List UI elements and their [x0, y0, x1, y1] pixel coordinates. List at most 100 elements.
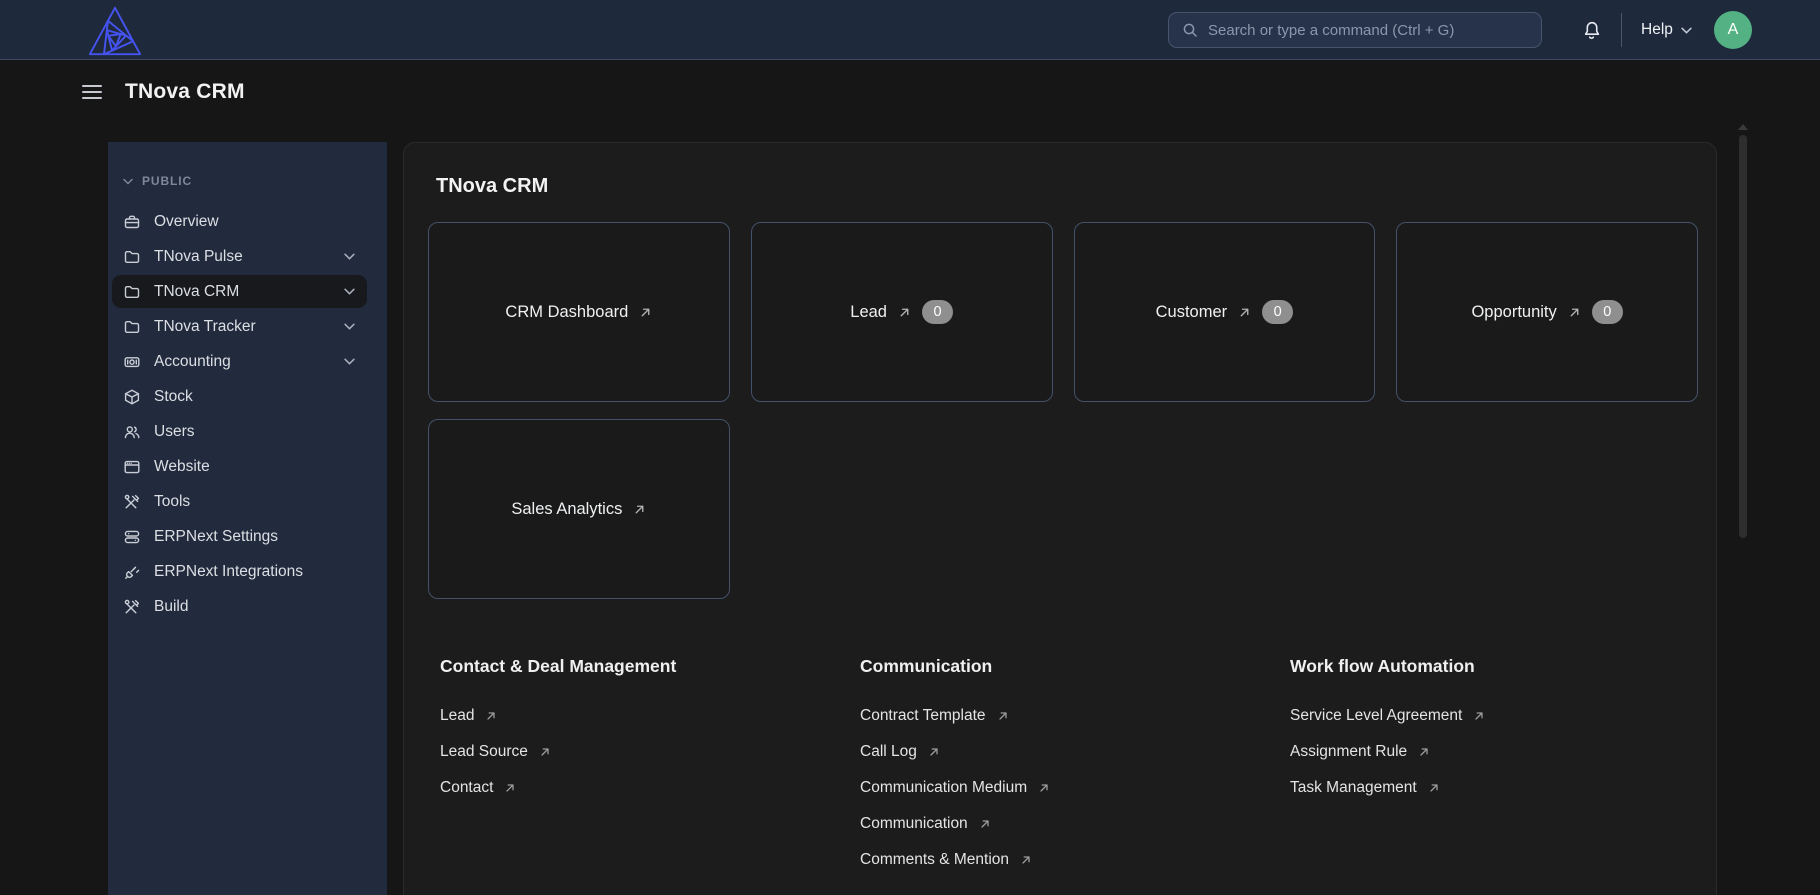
sidebar-item-erpnext-integrations[interactable]: ERPNext Integrations [112, 555, 367, 588]
sidebar: PUBLIC Overview TNova Pulse TNova CRM TN… [108, 142, 387, 895]
sidebar-item-label: Stock [154, 387, 193, 405]
server-icon [123, 528, 141, 546]
section-heading: Communication [860, 656, 993, 676]
external-link-arrow-icon [1020, 854, 1032, 866]
card-label: Customer [1155, 302, 1228, 321]
link-label: Assignment Rule [1290, 743, 1408, 760]
external-link-arrow-icon [485, 710, 497, 722]
folder-icon [123, 248, 141, 266]
sidebar-item-label: Accounting [154, 352, 231, 370]
link-label: Communication Medium [860, 779, 1028, 796]
link-lead[interactable]: Lead [440, 698, 860, 734]
external-link-arrow-icon [1418, 746, 1430, 758]
notifications-button[interactable] [1580, 18, 1603, 41]
page-title: TNova CRM [125, 80, 245, 103]
card-label: Lead [850, 302, 887, 321]
card-label: CRM Dashboard [505, 302, 629, 321]
folder-icon [123, 283, 141, 301]
sidebar-item-build[interactable]: Build [112, 590, 367, 623]
sidebar-item-users[interactable]: Users [112, 415, 367, 448]
sidebar-item-tnova-crm[interactable]: TNova CRM [112, 275, 367, 308]
tools-icon [123, 598, 141, 616]
triangle-logo-icon [88, 6, 142, 56]
cards-grid: CRM Dashboard Lead 0 Customer 0 Opportun… [428, 222, 1698, 599]
sidebar-item-website[interactable]: Website [112, 450, 367, 483]
card-customer[interactable]: Customer 0 [1073, 222, 1376, 402]
count-badge: 0 [1591, 300, 1623, 324]
link-task-management[interactable]: Task Management [1290, 770, 1698, 806]
link-contact[interactable]: Contact [440, 770, 860, 806]
section-communication: Communication Contract Template Call Log… [860, 656, 1290, 878]
external-link-arrow-icon [1428, 782, 1440, 794]
help-label: Help [1641, 21, 1673, 38]
link-contract-template[interactable]: Contract Template [860, 698, 1290, 734]
workspace-title: TNova CRM [436, 175, 549, 197]
global-search[interactable] [1168, 12, 1542, 48]
help-menu[interactable]: Help [1641, 0, 1692, 60]
external-link-arrow-icon [539, 746, 551, 758]
sidebar-item-label: ERPNext Settings [154, 527, 279, 545]
link-label: Call Log [860, 743, 917, 760]
sidebar-item-accounting[interactable]: Accounting [112, 345, 367, 378]
link-label: Service Level Agreement [1290, 707, 1463, 724]
top-navbar: Help A [0, 0, 1820, 60]
page-header: TNova CRM [82, 72, 245, 112]
sidebar-section-label: PUBLIC [142, 174, 193, 188]
chevron-down-icon[interactable] [344, 253, 355, 260]
chevron-down-icon [123, 178, 133, 185]
card-crm-dashboard[interactable]: CRM Dashboard [428, 222, 730, 402]
section-heading: Work flow Automation [1290, 656, 1475, 676]
folder-icon [123, 318, 141, 336]
external-link-arrow-icon [928, 746, 940, 758]
link-lead-source[interactable]: Lead Source [440, 734, 860, 770]
tools-icon [123, 493, 141, 511]
sidebar-toggle-button[interactable] [82, 85, 102, 99]
sidebar-item-label: Build [154, 597, 189, 615]
avatar-initial: A [1727, 21, 1739, 38]
card-lead[interactable]: Lead 0 [750, 222, 1053, 402]
link-call-log[interactable]: Call Log [860, 734, 1290, 770]
sidebar-item-label: Overview [154, 212, 219, 230]
link-label: Contract Template [860, 707, 986, 724]
browser-icon [123, 458, 141, 476]
sidebar-item-label: Users [154, 422, 195, 440]
app-logo[interactable] [86, 4, 144, 58]
external-link-arrow-icon [504, 782, 516, 794]
link-label: Task Management [1290, 779, 1417, 796]
external-link-arrow-icon [997, 710, 1009, 722]
sidebar-item-tools[interactable]: Tools [112, 485, 367, 518]
link-comments-mention[interactable]: Comments & Mention [860, 842, 1290, 878]
card-opportunity[interactable]: Opportunity 0 [1396, 222, 1698, 402]
link-label: Communication [860, 815, 968, 832]
sidebar-item-label: TNova Tracker [154, 317, 256, 335]
chevron-down-icon[interactable] [344, 323, 355, 330]
sidebar-item-tnova-pulse[interactable]: TNova Pulse [112, 240, 367, 273]
card-sales-analytics[interactable]: Sales Analytics [428, 419, 730, 599]
external-link-arrow-icon [633, 503, 646, 516]
sidebar-item-label: Website [154, 457, 210, 475]
sidebar-item-overview[interactable]: Overview [112, 205, 367, 238]
count-badge: 0 [921, 300, 953, 324]
sidebar-item-stock[interactable]: Stock [112, 380, 367, 413]
vertical-scrollbar-thumb[interactable] [1739, 135, 1747, 538]
link-assignment-rule[interactable]: Assignment Rule [1290, 734, 1698, 770]
sidebar-item-label: Tools [154, 492, 191, 510]
plug-icon [123, 563, 141, 581]
external-link-arrow-icon [1473, 710, 1485, 722]
external-link-arrow-icon [1238, 306, 1251, 319]
briefcase-icon [123, 213, 141, 231]
sidebar-item-erpnext-settings[interactable]: ERPNext Settings [112, 520, 367, 553]
chevron-down-icon[interactable] [344, 288, 355, 295]
external-link-arrow-icon [979, 818, 991, 830]
link-communication-medium[interactable]: Communication Medium [860, 770, 1290, 806]
avatar[interactable]: A [1714, 11, 1752, 49]
external-link-arrow-icon [639, 306, 652, 319]
link-service-level-agreement[interactable]: Service Level Agreement [1290, 698, 1698, 734]
count-badge: 0 [1262, 300, 1294, 324]
link-communication[interactable]: Communication [860, 806, 1290, 842]
search-input[interactable] [1208, 21, 1528, 39]
sidebar-item-tnova-tracker[interactable]: TNova Tracker [112, 310, 367, 343]
sidebar-section-public[interactable]: PUBLIC [108, 174, 387, 188]
cash-icon [123, 353, 141, 371]
chevron-down-icon[interactable] [344, 358, 355, 365]
